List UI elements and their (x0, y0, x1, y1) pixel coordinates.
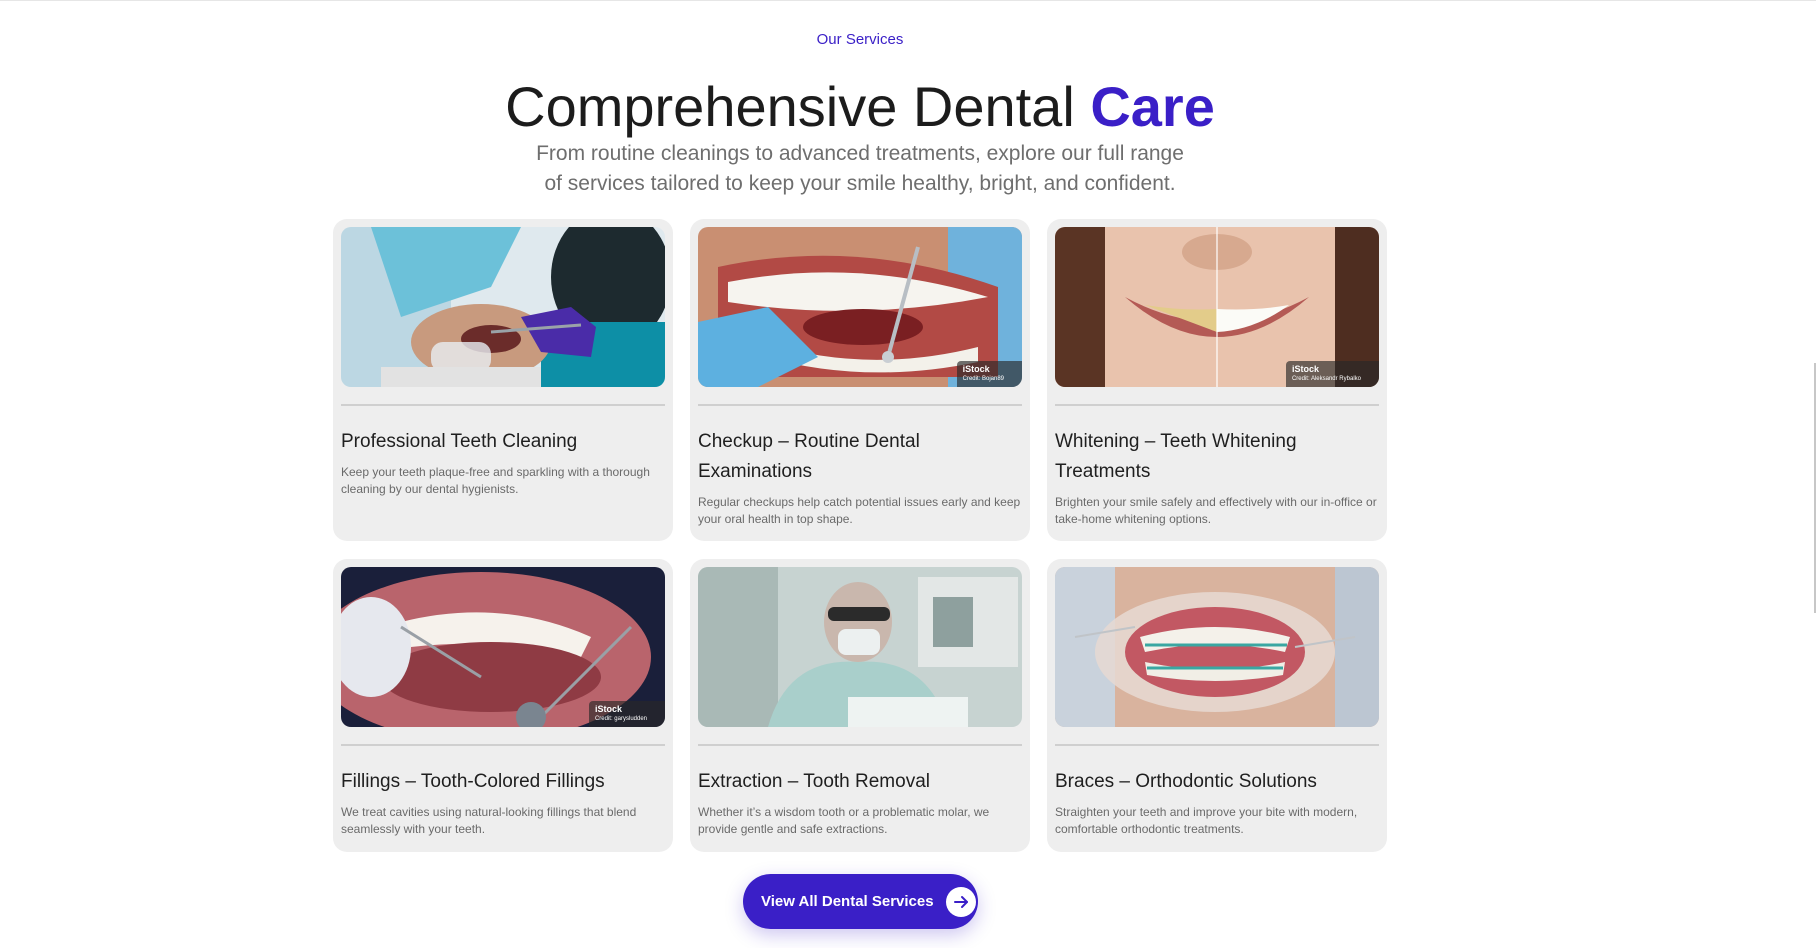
stock-credit: Credit: garysludden (594, 716, 647, 722)
checkup-photo: iStock Credit: Bojan89 (698, 227, 1022, 387)
braces-image (1055, 567, 1379, 727)
service-card-extraction[interactable]: Extraction – Tooth Removal Whether it’s … (690, 559, 1030, 852)
extraction-photo (698, 567, 1022, 727)
stock-brand: iStock (1291, 364, 1319, 374)
whitening-photo: iStock Credit: Aleksandr Rybalko (1055, 227, 1379, 387)
view-all-services-label: View All Dental Services (761, 893, 934, 910)
stock-credit: Credit: Bojan89 (962, 376, 1004, 382)
card-description: Straighten your teeth and improve your b… (1055, 805, 1358, 836)
service-card-fillings[interactable]: iStock Credit: garysludden Fillings – To… (333, 559, 673, 852)
card-title: Fillings – Tooth-Colored Fillings (341, 771, 605, 792)
card-divider (1055, 404, 1379, 406)
card-title: Checkup – Routine Dental Examinations (698, 431, 920, 482)
card-title: Extraction – Tooth Removal (698, 771, 930, 792)
stock-credit-tag: iStock Credit: garysludden (588, 701, 665, 727)
view-all-services-button[interactable]: View All Dental Services (743, 874, 978, 929)
services-grid: Professional Teeth Cleaning Keep your te… (333, 219, 1390, 852)
intro-line-2: of services tailored to keep your smile … (544, 172, 1176, 195)
section-eyebrow: Our Services (816, 31, 904, 48)
headline-main: Comprehensive Dental (505, 75, 1091, 138)
card-title: Whitening – Teeth Whitening Treatments (1055, 431, 1297, 482)
service-card-checkup[interactable]: iStock Credit: Bojan89 Checkup – Routine… (690, 219, 1030, 541)
section-intro: From routine cleanings to advanced treat… (0, 139, 1720, 199)
braces-photo (1055, 567, 1379, 727)
card-divider (698, 744, 1022, 746)
intro-line-1: From routine cleanings to advanced treat… (536, 142, 1184, 165)
service-card-braces[interactable]: Braces – Orthodontic Solutions Straighte… (1047, 559, 1387, 852)
cleaning-photo (341, 227, 665, 387)
card-title: Braces – Orthodontic Solutions (1055, 771, 1317, 792)
section-headline: Comprehensive Dental Care (0, 75, 1720, 139)
stock-brand: iStock (962, 364, 990, 374)
headline-accent: Care (1090, 75, 1215, 138)
stock-brand: iStock (594, 704, 622, 714)
card-description: Whether it’s a wisdom tooth or a problem… (698, 805, 990, 836)
service-card-cleaning[interactable]: Professional Teeth Cleaning Keep your te… (333, 219, 673, 541)
card-divider (698, 404, 1022, 406)
card-divider (1055, 744, 1379, 746)
card-title: Professional Teeth Cleaning (341, 431, 578, 452)
service-card-whitening[interactable]: iStock Credit: Aleksandr Rybalko Whiteni… (1047, 219, 1387, 541)
extraction-image (698, 567, 1022, 727)
services-section: Our Services Comprehensive Dental Care F… (0, 0, 1816, 948)
fillings-photo: iStock Credit: garysludden (341, 567, 665, 727)
card-description: We treat cavities using natural-looking … (341, 805, 637, 836)
stock-credit-tag: iStock Credit: Bojan89 (956, 361, 1022, 387)
stock-credit-tag: iStock Credit: Aleksandr Rybalko (1285, 361, 1379, 387)
card-description: Regular checkups help catch potential is… (698, 495, 1021, 526)
card-description: Brighten your smile safely and effective… (1055, 495, 1377, 526)
card-description: Keep your teeth plaque-free and sparklin… (341, 465, 650, 496)
card-divider (341, 744, 665, 746)
stock-credit: Credit: Aleksandr Rybalko (1291, 376, 1361, 382)
arrow-right-icon (945, 886, 976, 917)
cleaning-image (341, 227, 665, 387)
card-divider (341, 404, 665, 406)
